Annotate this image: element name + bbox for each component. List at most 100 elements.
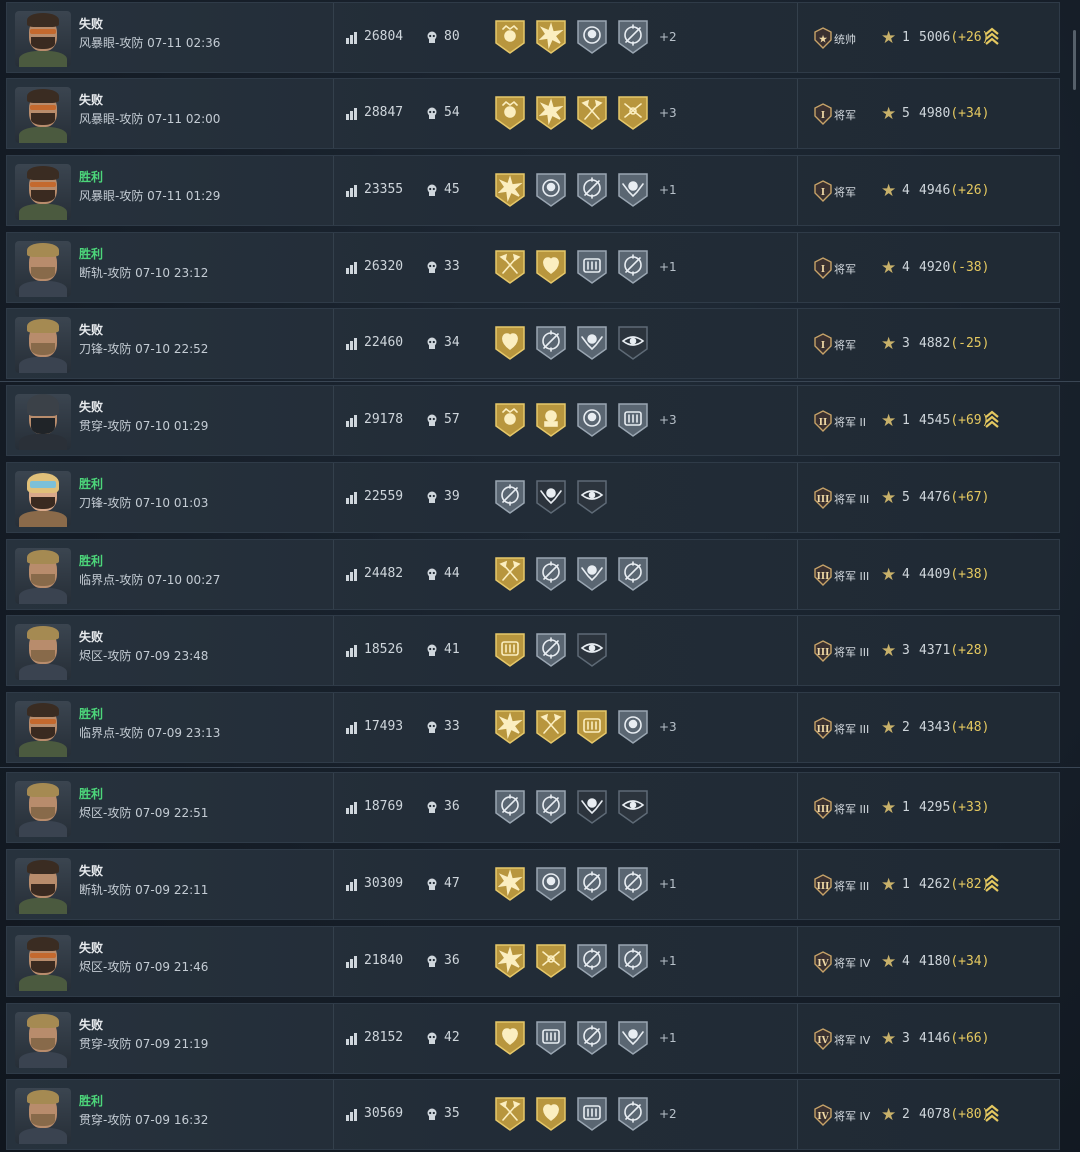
crossed-blades-icon[interactable] [617, 95, 649, 131]
skull-icon[interactable] [576, 402, 608, 438]
match-row[interactable]: 失败 风暴眼-攻防 07-11 02:00 28847 54 +3 I 将军 ★ 5 4980(+… [6, 78, 1060, 149]
axes-icon[interactable] [576, 95, 608, 131]
match-score: 29178 [364, 412, 404, 427]
match-row[interactable]: 失败 贯穿-攻防 07-09 21:19 28152 42 +1 IV 将军 IV ★ 3 414… [6, 1003, 1060, 1074]
score-bars-icon [346, 415, 358, 427]
match-map-time: 贯穿-攻防 07-10 01:29 [79, 417, 208, 434]
crosshair-icon[interactable] [617, 249, 649, 285]
kills-skull-icon [426, 1031, 438, 1045]
skull-crown-icon[interactable] [494, 19, 526, 55]
skull-icon[interactable] [535, 172, 567, 208]
rank-name: 将军 III [834, 880, 870, 893]
crosshair-icon[interactable] [617, 556, 649, 592]
score-bars-icon [346, 802, 358, 814]
eye-icon[interactable] [617, 325, 649, 361]
rating-value: 4343 [919, 720, 951, 735]
skull-icon[interactable] [576, 19, 608, 55]
eye-icon[interactable] [576, 479, 608, 515]
rank-badge-icon: IV [813, 1104, 833, 1126]
crosshair-icon[interactable] [576, 172, 608, 208]
star-count: 1 [902, 413, 910, 428]
match-row[interactable]: 失败 刀锋-攻防 07-10 22:52 22460 34 I 将军 ★ 3 4882(-25) [6, 308, 1060, 379]
crosshair-icon[interactable] [535, 325, 567, 361]
skull-gold-icon[interactable] [535, 402, 567, 438]
burst-icon[interactable] [494, 709, 526, 745]
match-row[interactable]: 失败 风暴眼-攻防 07-11 02:36 26804 80 +2 ★ 统帅 ★ 1 5006(+… [6, 2, 1060, 73]
burst-icon[interactable] [494, 943, 526, 979]
crate-icon[interactable] [576, 1096, 608, 1132]
crosshair-icon[interactable] [535, 556, 567, 592]
skull-wings-icon[interactable] [576, 789, 608, 825]
skull-wings-icon[interactable] [535, 479, 567, 515]
match-row[interactable]: 失败 烬区-攻防 07-09 23:48 18526 41 III 将军 III ★ 3 437… [6, 615, 1060, 686]
match-row[interactable]: 胜利 烬区-攻防 07-09 22:51 18769 36 III 将军 III ★ 1 429… [6, 772, 1060, 843]
match-time: 07-09 21:46 [131, 960, 209, 974]
heart-icon[interactable] [535, 1096, 567, 1132]
crate-icon[interactable] [617, 402, 649, 438]
skull-icon[interactable] [617, 709, 649, 745]
axes-icon[interactable] [494, 249, 526, 285]
map-name: 贯穿-攻防 [79, 1037, 132, 1051]
skull-wings-icon[interactable] [617, 1020, 649, 1056]
match-row[interactable]: 胜利 临界点-攻防 07-10 00:27 24482 44 III 将军 III ★ 4 44… [6, 539, 1060, 610]
match-map-time: 贯穿-攻防 07-09 16:32 [79, 1111, 208, 1128]
axes-icon[interactable] [494, 1096, 526, 1132]
heart-icon[interactable] [494, 325, 526, 361]
match-row[interactable]: 失败 贯穿-攻防 07-10 01:29 29178 57 +3 II 将军 II ★ 1 454… [6, 385, 1060, 456]
rank-name: 将军 IV [834, 1110, 871, 1123]
skull-wings-icon[interactable] [617, 172, 649, 208]
skull-crown-icon[interactable] [494, 95, 526, 131]
eye-icon[interactable] [617, 789, 649, 825]
skull-wings-icon[interactable] [576, 325, 608, 361]
burst-icon[interactable] [535, 95, 567, 131]
match-row[interactable]: 胜利 断轨-攻防 07-10 23:12 26320 33 +1 I 将军 ★ 4 4920(-3… [6, 232, 1060, 303]
rating-value: 4980 [919, 106, 951, 121]
match-row[interactable]: 胜利 贯穿-攻防 07-09 16:32 30569 35 +2 IV 将军 IV ★ 2 407… [6, 1079, 1060, 1150]
match-time: 07-11 02:36 [143, 36, 221, 50]
match-row[interactable]: 胜利 风暴眼-攻防 07-11 01:29 23355 45 +1 I 将军 ★ 4 4946(+… [6, 155, 1060, 226]
crosshair-icon[interactable] [617, 19, 649, 55]
svg-text:★: ★ [819, 34, 828, 45]
rating-delta: (-25) [950, 336, 990, 351]
match-row[interactable]: 失败 烬区-攻防 07-09 21:46 21840 36 +1 IV 将军 IV ★ 4 418… [6, 926, 1060, 997]
burst-icon[interactable] [494, 866, 526, 902]
kills-skull-icon [426, 643, 438, 657]
axes-icon[interactable] [494, 556, 526, 592]
scrollbar[interactable] [1073, 30, 1076, 90]
skull-crown-icon[interactable] [494, 402, 526, 438]
crate-icon[interactable] [494, 632, 526, 668]
skull-wings-icon[interactable] [576, 556, 608, 592]
crate-icon[interactable] [576, 249, 608, 285]
rank-rating: 4262(+82) [919, 877, 989, 892]
star-count: 4 [902, 260, 910, 275]
crosshair-icon[interactable] [617, 866, 649, 902]
axes-icon[interactable] [535, 709, 567, 745]
more-medals-count: +1 [659, 954, 677, 968]
score-bars-icon [346, 722, 358, 734]
kills-skull-icon [426, 490, 438, 504]
burst-icon[interactable] [494, 172, 526, 208]
heart-icon[interactable] [535, 249, 567, 285]
crosshair-icon[interactable] [494, 789, 526, 825]
map-name: 烬区-攻防 [79, 806, 132, 820]
crosshair-icon[interactable] [617, 943, 649, 979]
crosshair-icon[interactable] [494, 479, 526, 515]
more-medals-count: +1 [659, 260, 677, 274]
crosshair-icon[interactable] [617, 1096, 649, 1132]
burst-icon[interactable] [535, 19, 567, 55]
eye-icon[interactable] [576, 632, 608, 668]
match-row[interactable]: 胜利 刀锋-攻防 07-10 01:03 22559 39 III 将军 III ★ 5 447… [6, 462, 1060, 533]
match-row[interactable]: 胜利 临界点-攻防 07-09 23:13 17493 33 +3 III 将军 III ★ 2… [6, 692, 1060, 763]
crosshair-icon[interactable] [535, 789, 567, 825]
crate-icon[interactable] [576, 709, 608, 745]
crosshair-icon[interactable] [576, 1020, 608, 1056]
heart-icon[interactable] [494, 1020, 526, 1056]
match-row[interactable]: 失败 断轨-攻防 07-09 22:11 30309 47 +1 III 将军 III ★ 1 4… [6, 849, 1060, 920]
crosshair-icon[interactable] [576, 866, 608, 902]
crosshair-icon[interactable] [576, 943, 608, 979]
crosshair-icon[interactable] [535, 632, 567, 668]
crossed-blades-icon[interactable] [535, 943, 567, 979]
skull-icon[interactable] [535, 866, 567, 902]
map-name: 断轨-攻防 [79, 883, 132, 897]
crate-icon[interactable] [535, 1020, 567, 1056]
